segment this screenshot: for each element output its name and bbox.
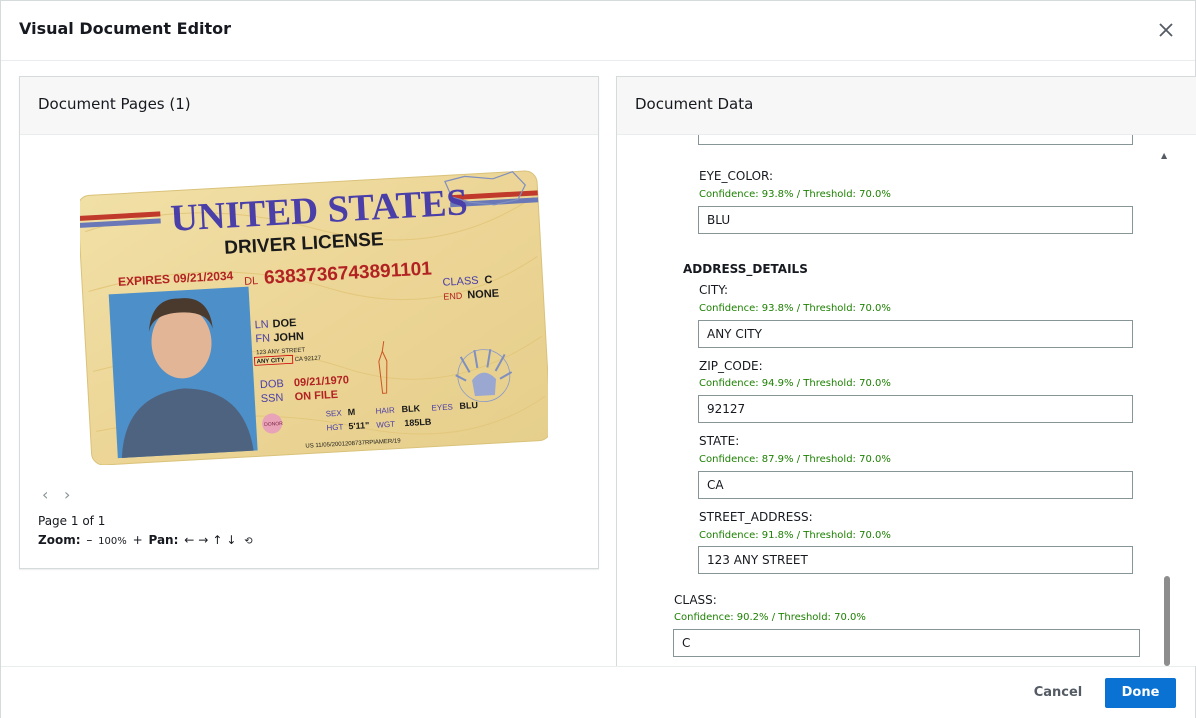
pan-left-button[interactable]: ← xyxy=(182,533,196,547)
card-ln-value: DOE xyxy=(272,317,296,330)
card-wgt-label: WGT xyxy=(376,420,395,430)
street-address-confidence: Confidence: 91.8% / Threshold: 70.0% xyxy=(699,530,891,541)
prev-page-button[interactable]: ‹ xyxy=(42,485,64,504)
street-address-input[interactable] xyxy=(698,546,1133,574)
card-sex-label: SEX xyxy=(325,409,342,419)
card-end-label: END xyxy=(443,291,463,302)
visual-document-editor-modal: Visual Document Editor Document Pages (1… xyxy=(0,0,1196,718)
card-class-label: CLASS xyxy=(442,275,479,289)
pan-right-button[interactable]: → xyxy=(196,533,210,547)
zoom-value: 100% xyxy=(98,536,127,547)
zoom-pan-controls: Zoom: – 100% + Pan: ← → ↑ ↓ ⟲ xyxy=(38,533,255,547)
card-hgt-label: HGT xyxy=(326,423,343,433)
card-end-value: NONE xyxy=(467,288,499,302)
card-dob-label: DOB xyxy=(260,378,284,391)
document-pages-header: Document Pages (1) xyxy=(20,77,598,135)
city-confidence: Confidence: 93.8% / Threshold: 70.0% xyxy=(699,303,891,314)
document-page-image[interactable]: UNITED STATES DRIVER LICENSE EXPIRES 09/… xyxy=(80,159,548,465)
modal-header: Visual Document Editor xyxy=(1,1,1195,61)
document-data-title: Document Data xyxy=(635,95,754,113)
card-hair-label: HAIR xyxy=(375,406,395,416)
card-ssn-value: ON FILE xyxy=(294,389,338,403)
city-input[interactable] xyxy=(698,320,1133,348)
card-fn-value: JOHN xyxy=(273,331,304,345)
card-ssn-label: SSN xyxy=(260,392,283,405)
card-hair-value: BLK xyxy=(401,403,421,414)
modal-title: Visual Document Editor xyxy=(19,19,232,38)
close-icon[interactable] xyxy=(1157,21,1175,39)
zoom-label: Zoom: xyxy=(38,533,81,547)
document-pages-panel: Document Pages (1) UNITED STATES DRIVER … xyxy=(19,76,599,569)
zoom-out-button[interactable]: – xyxy=(84,533,94,547)
pan-up-button[interactable]: ↑ xyxy=(210,533,224,547)
card-dl-label: DL xyxy=(244,275,259,288)
city-label: CITY: xyxy=(699,283,729,297)
modal-footer: Cancel Done xyxy=(1,666,1195,718)
card-donor: DONOR xyxy=(264,421,283,428)
document-data-header: Document Data xyxy=(617,77,1196,135)
class-input[interactable] xyxy=(673,629,1140,657)
pan-label: Pan: xyxy=(148,533,179,547)
zip-code-confidence: Confidence: 94.9% / Threshold: 70.0% xyxy=(699,378,891,389)
eye-color-input[interactable] xyxy=(698,206,1133,234)
data-panel-scrollbar[interactable]: ▲ xyxy=(1161,149,1173,666)
class-confidence: Confidence: 90.2% / Threshold: 70.0% xyxy=(674,612,866,623)
document-pages-title: Document Pages (1) xyxy=(38,95,191,113)
state-confidence: Confidence: 87.9% / Threshold: 70.0% xyxy=(699,454,891,465)
document-data-panel: Document Data EYE_COLOR: Confidence: 93.… xyxy=(616,76,1196,666)
previous-field-input[interactable] xyxy=(698,135,1133,145)
card-sex-value: M xyxy=(347,407,355,417)
address-details-heading: ADDRESS_DETAILS xyxy=(683,262,808,276)
eye-color-label: EYE_COLOR: xyxy=(699,169,774,183)
next-page-button[interactable]: › xyxy=(64,485,86,504)
zip-code-label: ZIP_CODE: xyxy=(699,359,763,373)
scrollbar-thumb[interactable] xyxy=(1164,576,1170,666)
page-indicator: Page 1 of 1 xyxy=(38,514,106,528)
cancel-button[interactable]: Cancel xyxy=(1023,678,1093,708)
card-wgt-value: 185LB xyxy=(404,417,432,429)
card-eyes-label: EYES xyxy=(431,402,453,412)
card-fn-label: FN xyxy=(255,332,270,345)
card-ln-label: LN xyxy=(254,319,269,332)
card-hgt-value: 5'11" xyxy=(348,420,369,431)
pan-down-button[interactable]: ↓ xyxy=(224,533,238,547)
document-data-scroll-area[interactable]: EYE_COLOR: Confidence: 93.8% / Threshold… xyxy=(617,135,1162,667)
zip-code-input[interactable] xyxy=(698,395,1133,423)
card-class-value: C xyxy=(484,274,493,286)
class-label: CLASS: xyxy=(674,593,717,607)
state-input[interactable] xyxy=(698,471,1133,499)
street-address-label: STREET_ADDRESS: xyxy=(699,510,813,524)
state-label: STATE: xyxy=(699,434,740,448)
reset-view-icon[interactable]: ⟲ xyxy=(242,536,254,547)
card-eyes-value: BLU xyxy=(459,400,478,411)
done-button[interactable]: Done xyxy=(1105,678,1176,708)
page-navigation: ‹ › xyxy=(42,485,86,504)
zoom-in-button[interactable]: + xyxy=(131,533,145,547)
eye-color-confidence: Confidence: 93.8% / Threshold: 70.0% xyxy=(699,189,891,200)
scroll-up-arrow-icon[interactable]: ▲ xyxy=(1161,151,1167,160)
